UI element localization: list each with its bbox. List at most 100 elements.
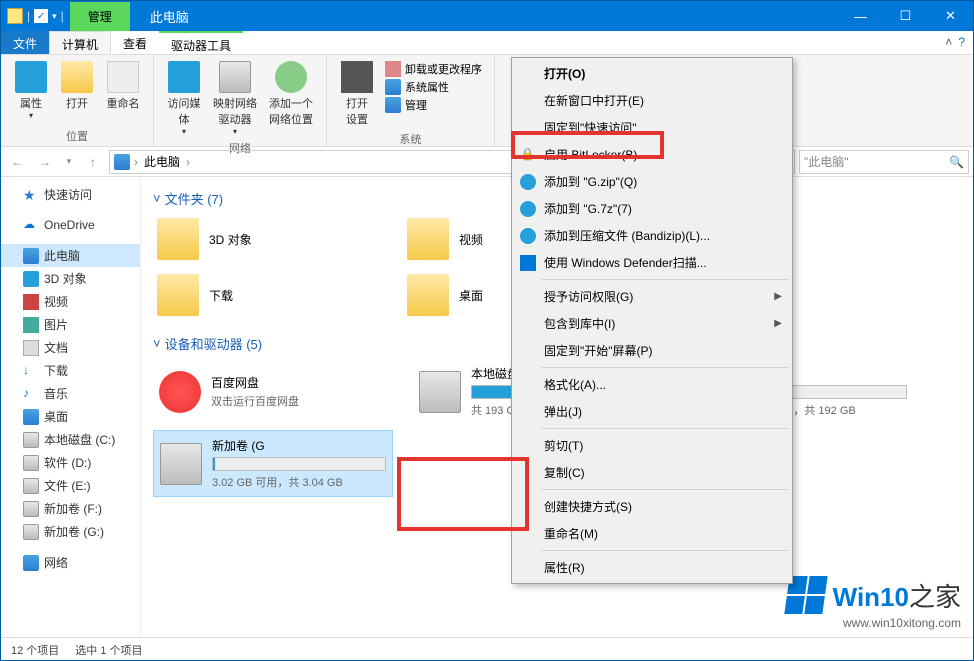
nav-downloads[interactable]: ↓下载: [1, 359, 140, 382]
search-input[interactable]: "此电脑" 🔍: [799, 150, 969, 174]
drive-icon: [23, 478, 39, 494]
ribbon-collapse-icon[interactable]: ˄: [945, 35, 952, 50]
menu-rename[interactable]: 重命名(M): [514, 520, 790, 547]
qat-sep: |: [27, 9, 30, 23]
menu-grant-access[interactable]: 授予访问权限(G)▶: [514, 283, 790, 310]
submenu-arrow-icon: ▶: [774, 291, 782, 302]
context-menu: 打开(O) 在新窗口中打开(E) 固定到"快速访问" 🔒启用 BitLocker…: [511, 57, 793, 584]
menu-cut[interactable]: 剪切(T): [514, 432, 790, 459]
menu-create-shortcut[interactable]: 创建快捷方式(S): [514, 493, 790, 520]
menu-open-new-window[interactable]: 在新窗口中打开(E): [514, 87, 790, 114]
nav-drive-d[interactable]: 软件 (D:): [1, 451, 140, 474]
menu-copy[interactable]: 复制(C): [514, 459, 790, 486]
drive-baidu[interactable]: 百度网盘双击运行百度网盘: [153, 359, 393, 424]
menu-add-g7z[interactable]: 添加到 "G.7z"(7): [514, 195, 790, 222]
up-button[interactable]: ↑: [81, 150, 105, 174]
help-icon[interactable]: ?: [958, 35, 965, 50]
search-placeholder: "此电脑": [804, 153, 949, 170]
ribbon: 属性▾ 打开 重命名 位置 访问媒体▾ 映射网络 驱动器▾ 添加一个 网络位置 …: [1, 55, 973, 147]
ribbon-tabs: 文件 计算机 查看 驱动器工具 ˄ ?: [1, 31, 973, 55]
menu-properties[interactable]: 属性(R): [514, 554, 790, 581]
pc-icon: [23, 248, 39, 264]
status-item-count: 12 个项目: [11, 642, 59, 658]
qat-check-icon[interactable]: ✓: [34, 9, 48, 23]
menu-defender-scan[interactable]: 使用 Windows Defender扫描...: [514, 249, 790, 276]
tab-file[interactable]: 文件: [1, 31, 49, 54]
chevron-right-icon[interactable]: ›: [134, 155, 138, 169]
nav-quick-access[interactable]: ★快速访问: [1, 183, 140, 206]
nav-drive-e[interactable]: 文件 (E:): [1, 474, 140, 497]
menu-format[interactable]: 格式化(A)...: [514, 371, 790, 398]
music-icon: ♪: [23, 386, 39, 402]
nav-drive-g[interactable]: 新加卷 (G:): [1, 520, 140, 543]
chevron-down-icon: ˅: [153, 191, 161, 206]
qat-dropdown-icon[interactable]: ▾: [52, 11, 57, 22]
tab-computer[interactable]: 计算机: [49, 31, 111, 54]
menu-add-bandizip[interactable]: 添加到压缩文件 (Bandizip)(L)...: [514, 222, 790, 249]
menu-pin-quick-access[interactable]: 固定到"快速访问": [514, 114, 790, 141]
nav-3d-objects[interactable]: 3D 对象: [1, 267, 140, 290]
folder-3d-objects[interactable]: 3D 对象: [153, 214, 383, 264]
cloud-icon: ☁: [23, 217, 39, 233]
status-selection: 选中 1 个项目: [75, 642, 142, 658]
tab-drive-tools[interactable]: 驱动器工具: [159, 31, 243, 54]
drive-icon: [23, 501, 39, 517]
quick-access-toolbar: | ✓ ▾ |: [1, 8, 70, 24]
cube-icon: [23, 271, 39, 287]
uninstall-icon: [385, 61, 401, 77]
folder-icon: [407, 218, 449, 260]
breadcrumb-root[interactable]: 此电脑: [142, 153, 182, 170]
maximize-button[interactable]: ☐: [883, 1, 928, 31]
add-location-button[interactable]: 添加一个 网络位置: [264, 59, 318, 138]
search-icon[interactable]: 🔍: [949, 155, 964, 169]
close-button[interactable]: ✕: [928, 1, 973, 31]
ribbon-group-network: 访问媒体▾ 映射网络 驱动器▾ 添加一个 网络位置 网络: [154, 55, 327, 146]
nav-onedrive[interactable]: ☁OneDrive: [1, 214, 140, 236]
manage-button[interactable]: 管理: [385, 97, 482, 113]
rename-button[interactable]: 重命名: [101, 59, 145, 126]
window-title: 此电脑: [130, 7, 209, 26]
nav-pictures[interactable]: 图片: [1, 313, 140, 336]
ribbon-group-location: 属性▾ 打开 重命名 位置: [1, 55, 154, 146]
back-button[interactable]: ←: [5, 150, 29, 174]
drive-g-selected[interactable]: 新加卷 (G3.02 GB 可用，共 3.04 GB: [153, 430, 393, 497]
open-icon: [61, 61, 93, 93]
open-settings-button[interactable]: 打开 设置: [335, 59, 379, 129]
map-drive-button[interactable]: 映射网络 驱动器▾: [208, 59, 262, 138]
nav-drive-f[interactable]: 新加卷 (F:): [1, 497, 140, 520]
network-icon: [23, 555, 39, 571]
drive-icon: [419, 371, 461, 413]
menu-eject[interactable]: 弹出(J): [514, 398, 790, 425]
nav-documents[interactable]: 文档: [1, 336, 140, 359]
open-button[interactable]: 打开: [55, 59, 99, 126]
menu-enable-bitlocker[interactable]: 🔒启用 BitLocker(B): [514, 141, 790, 168]
menu-separator: [542, 550, 788, 551]
nav-videos[interactable]: 视频: [1, 290, 140, 313]
nav-music[interactable]: ♪音乐: [1, 382, 140, 405]
recent-dropdown[interactable]: ▾: [61, 150, 77, 174]
chevron-down-icon: ˅: [153, 336, 161, 351]
folder-icon: [157, 274, 199, 316]
video-icon: [23, 294, 39, 310]
sysprops-button[interactable]: 系统属性: [385, 79, 482, 95]
contextual-tab-manage[interactable]: 管理: [70, 2, 130, 31]
access-media-button[interactable]: 访问媒体▾: [162, 59, 206, 138]
add-location-icon: [275, 61, 307, 93]
uninstall-button[interactable]: 卸载或更改程序: [385, 61, 482, 77]
tab-view[interactable]: 查看: [111, 31, 159, 54]
chevron-right-icon[interactable]: ›: [186, 155, 190, 169]
nav-drive-c[interactable]: 本地磁盘 (C:): [1, 428, 140, 451]
nav-network[interactable]: 网络: [1, 551, 140, 574]
status-bar: 12 个项目 选中 1 个项目: [1, 637, 973, 661]
nav-desktop[interactable]: 桌面: [1, 405, 140, 428]
folder-downloads[interactable]: 下载: [153, 270, 383, 320]
menu-include-library[interactable]: 包含到库中(I)▶: [514, 310, 790, 337]
minimize-button[interactable]: —: [838, 1, 883, 31]
forward-button[interactable]: →: [33, 150, 57, 174]
properties-button[interactable]: 属性▾: [9, 59, 53, 126]
menu-add-gzip[interactable]: 添加到 "G.zip"(Q): [514, 168, 790, 195]
menu-open[interactable]: 打开(O): [514, 60, 790, 87]
watermark-url: www.win10xitong.com: [787, 616, 961, 630]
nav-this-pc[interactable]: 此电脑: [1, 244, 140, 267]
menu-pin-start[interactable]: 固定到"开始"屏幕(P): [514, 337, 790, 364]
